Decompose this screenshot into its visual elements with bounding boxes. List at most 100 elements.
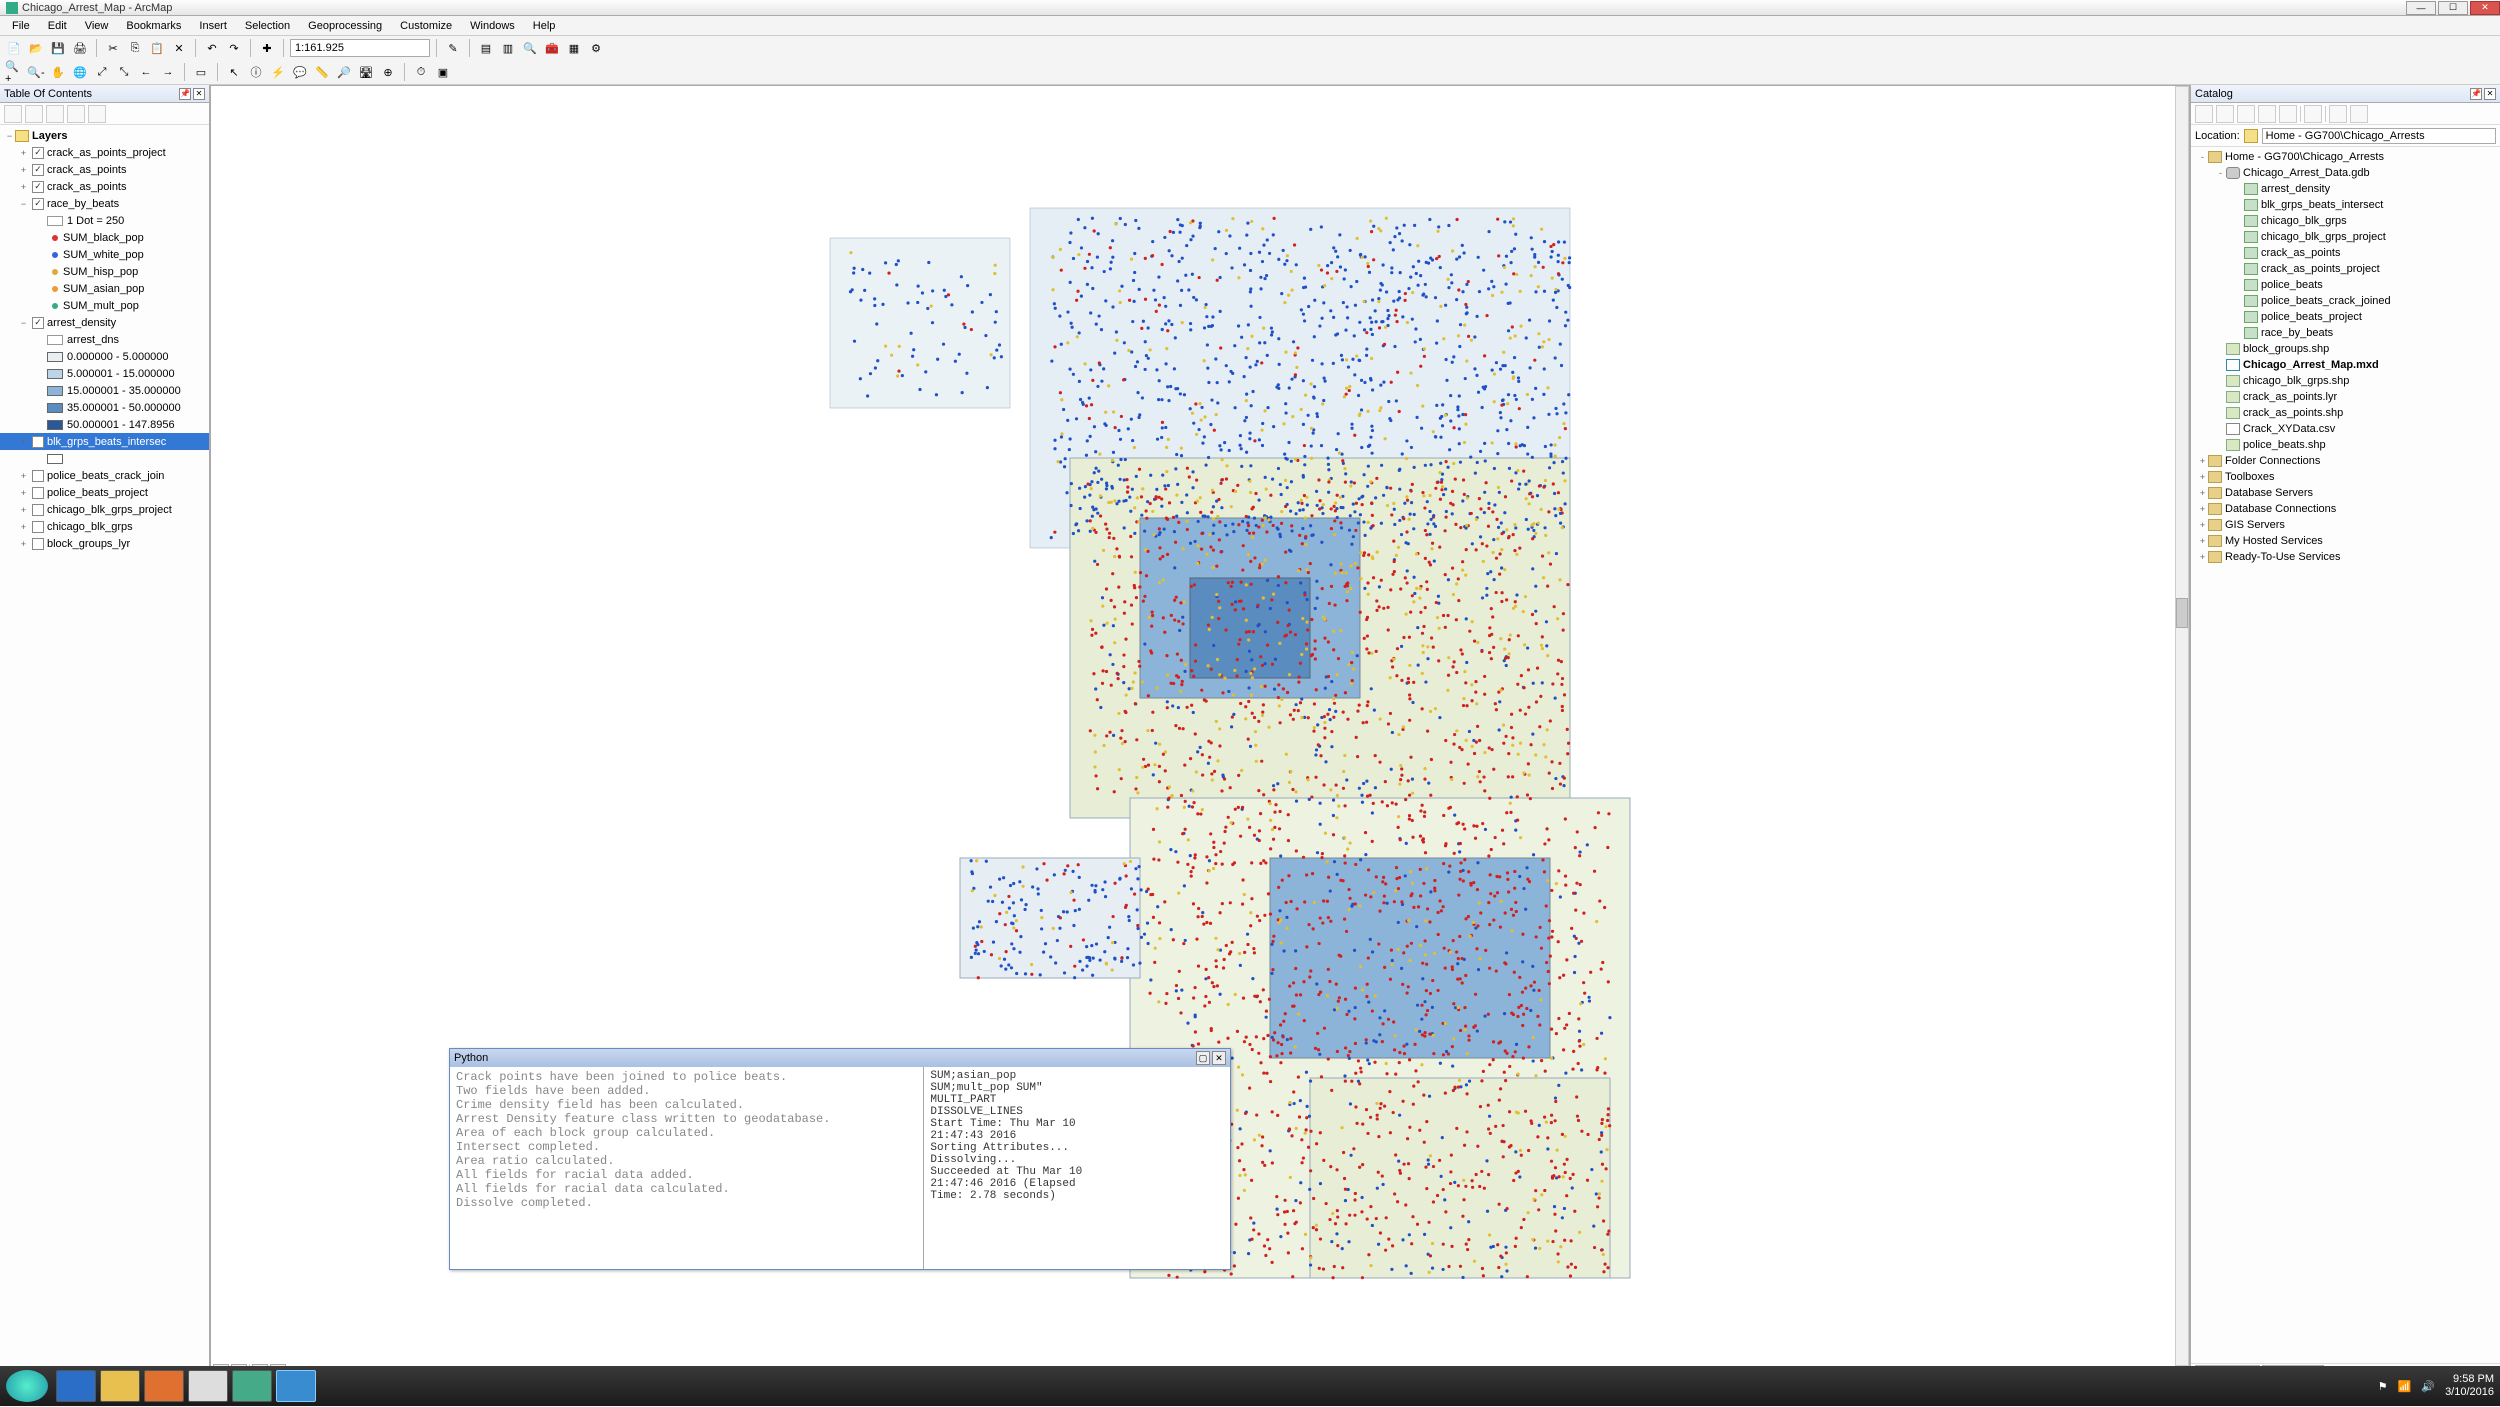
catalog-item[interactable]: +Database Connections: [2191, 501, 2500, 517]
toc-item[interactable]: SUM_black_pop: [0, 229, 209, 246]
menu-windows[interactable]: Windows: [462, 18, 523, 34]
catalog-item[interactable]: chicago_blk_grps: [2191, 213, 2500, 229]
python-output-pane[interactable]: Crack points have been joined to police …: [450, 1067, 924, 1269]
redo-icon[interactable]: ↷: [224, 38, 244, 58]
time-slider-icon[interactable]: ⏱: [411, 62, 431, 82]
layer-checkbox[interactable]: [32, 147, 44, 159]
python-close-icon[interactable]: ✕: [1212, 1051, 1226, 1065]
chrome-icon[interactable]: [188, 1370, 228, 1402]
menu-insert[interactable]: Insert: [191, 18, 235, 34]
back-icon[interactable]: ←: [136, 62, 156, 82]
zoom-out-icon[interactable]: 🔍-: [26, 62, 46, 82]
python-icon[interactable]: ▦: [564, 38, 584, 58]
close-panel-icon[interactable]: ✕: [193, 88, 205, 100]
cut-icon[interactable]: ✂: [103, 38, 123, 58]
toc-item[interactable]: arrest_dns: [0, 331, 209, 348]
minimize-button[interactable]: —: [2406, 1, 2436, 15]
go-to-xy-icon[interactable]: ⊕: [378, 62, 398, 82]
toolbox-icon[interactable]: 🧰: [542, 38, 562, 58]
toc-item[interactable]: SUM_hisp_pop: [0, 263, 209, 280]
catalog-item[interactable]: police_beats_project: [2191, 309, 2500, 325]
connect-gis-icon[interactable]: [2350, 105, 2368, 123]
delete-icon[interactable]: ✕: [169, 38, 189, 58]
layer-checkbox[interactable]: [32, 317, 44, 329]
menu-edit[interactable]: Edit: [40, 18, 75, 34]
tray-flag-icon[interactable]: ⚑: [2378, 1380, 2388, 1393]
catalog-item[interactable]: crack_as_points: [2191, 245, 2500, 261]
toc-item[interactable]: +crack_as_points_project: [0, 144, 209, 161]
layer-checkbox[interactable]: [32, 164, 44, 176]
catalog-item[interactable]: police_beats.shp: [2191, 437, 2500, 453]
close-button[interactable]: ✕: [2470, 1, 2500, 15]
start-button[interactable]: [6, 1370, 48, 1402]
python-pin-icon[interactable]: ▢: [1196, 1051, 1210, 1065]
paste-icon[interactable]: 📋: [147, 38, 167, 58]
find-icon[interactable]: 🔎: [334, 62, 354, 82]
layer-checkbox[interactable]: [32, 198, 44, 210]
catalog-item[interactable]: chicago_blk_grps.shp: [2191, 373, 2500, 389]
list-by-drawing-order-icon[interactable]: [4, 105, 22, 123]
toc-item[interactable]: 5.000001 - 15.000000: [0, 365, 209, 382]
scale-input[interactable]: 1:161.925: [290, 39, 430, 57]
catalog-item[interactable]: crack_as_points.shp: [2191, 405, 2500, 421]
media-player-icon[interactable]: [144, 1370, 184, 1402]
new-doc-icon[interactable]: 📄: [4, 38, 24, 58]
toc-item[interactable]: +crack_as_points: [0, 178, 209, 195]
toc-item[interactable]: SUM_mult_pop: [0, 297, 209, 314]
editor-toolbar-icon[interactable]: ✎: [443, 38, 463, 58]
auto-hide-icon[interactable]: 📌: [179, 88, 191, 100]
list-icon[interactable]: [2304, 105, 2322, 123]
home-icon[interactable]: [2237, 105, 2255, 123]
measure-icon[interactable]: 📏: [312, 62, 332, 82]
explorer-icon[interactable]: [100, 1370, 140, 1402]
find-route-icon[interactable]: 🛣: [356, 62, 376, 82]
catalog-item[interactable]: Chicago_Arrest_Map.mxd: [2191, 357, 2500, 373]
app-icon-1[interactable]: [232, 1370, 272, 1402]
menu-geoprocessing[interactable]: Geoprocessing: [300, 18, 390, 34]
layer-checkbox[interactable]: [32, 436, 44, 448]
catalog-item[interactable]: blk_grps_beats_intersect: [2191, 197, 2500, 213]
toc-item[interactable]: 15.000001 - 35.000000: [0, 382, 209, 399]
search-icon[interactable]: 🔍: [520, 38, 540, 58]
catalog-item[interactable]: crack_as_points_project: [2191, 261, 2500, 277]
menu-selection[interactable]: Selection: [237, 18, 298, 34]
toc-item[interactable]: [0, 450, 209, 467]
catalog-item[interactable]: police_beats: [2191, 277, 2500, 293]
layer-checkbox[interactable]: [32, 181, 44, 193]
catalog-item[interactable]: +My Hosted Services: [2191, 533, 2500, 549]
toc-item[interactable]: +chicago_blk_grps: [0, 518, 209, 535]
location-input[interactable]: [2262, 128, 2496, 144]
connect-folder-icon[interactable]: [2279, 105, 2297, 123]
list-by-source-icon[interactable]: [25, 105, 43, 123]
model-builder-icon[interactable]: ⚙: [586, 38, 606, 58]
identify-icon[interactable]: ⓘ: [246, 62, 266, 82]
catalog-pin-icon[interactable]: 📌: [2470, 88, 2482, 100]
toc-item[interactable]: +crack_as_points: [0, 161, 209, 178]
toc-item[interactable]: SUM_asian_pop: [0, 280, 209, 297]
toggle-icon[interactable]: [2258, 105, 2276, 123]
toc-item[interactable]: 35.000001 - 50.000000: [0, 399, 209, 416]
toc-item[interactable]: +block_groups_lyr: [0, 535, 209, 552]
hyperlink-icon[interactable]: ⚡: [268, 62, 288, 82]
layers-root[interactable]: − Layers: [0, 127, 209, 144]
layer-checkbox[interactable]: [32, 487, 44, 499]
menu-file[interactable]: File: [4, 18, 38, 34]
catalog-item[interactable]: -Chicago_Arrest_Data.gdb: [2191, 165, 2500, 181]
toc-icon[interactable]: ▤: [476, 38, 496, 58]
clock[interactable]: 9:58 PM 3/10/2016: [2445, 1373, 2494, 1399]
menu-customize[interactable]: Customize: [392, 18, 460, 34]
tray-network-icon[interactable]: 📶: [2398, 1380, 2412, 1393]
back-icon[interactable]: [2195, 105, 2213, 123]
html-popup-icon[interactable]: 💬: [290, 62, 310, 82]
python-messages-pane[interactable]: SUM;asian_pop SUM;mult_pop SUM" MULTI_PA…: [924, 1067, 1230, 1269]
catalog-item[interactable]: +Ready-To-Use Services: [2191, 549, 2500, 565]
toc-item[interactable]: 0.000000 - 5.000000: [0, 348, 209, 365]
undo-icon[interactable]: ↶: [202, 38, 222, 58]
layer-checkbox[interactable]: [32, 470, 44, 482]
list-by-visibility-icon[interactable]: [46, 105, 64, 123]
toc-item[interactable]: 1 Dot = 250: [0, 212, 209, 229]
python-window[interactable]: Python ▢ ✕ Crack points have been joined…: [449, 1048, 1231, 1270]
catalog-item[interactable]: Crack_XYData.csv: [2191, 421, 2500, 437]
catalog-item[interactable]: arrest_density: [2191, 181, 2500, 197]
python-window-header[interactable]: Python ▢ ✕: [450, 1049, 1230, 1067]
